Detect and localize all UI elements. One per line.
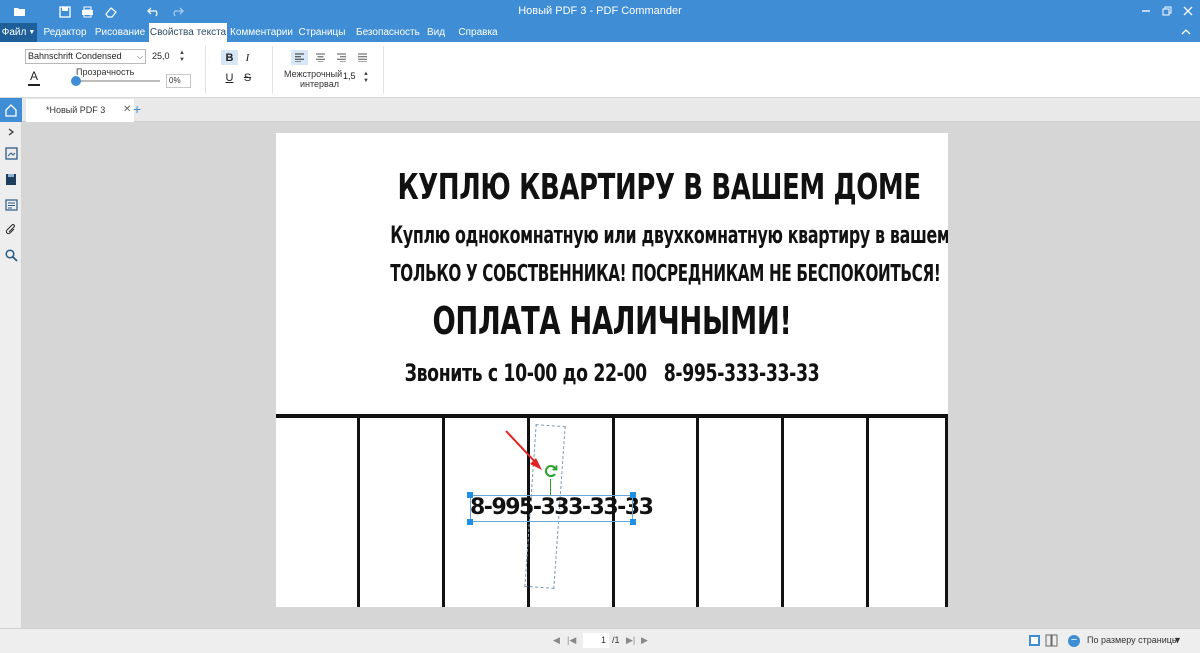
single-page-view-icon[interactable] <box>1028 634 1041 647</box>
line-spacing-label-2: интервал <box>300 79 339 89</box>
size-up-icon[interactable]: ▲ <box>178 50 186 56</box>
two-page-view-icon[interactable] <box>1045 634 1058 647</box>
separator <box>383 46 384 94</box>
tab-security[interactable]: Безопасность <box>356 23 420 42</box>
home-icon[interactable] <box>0 98 22 122</box>
rotate-handle-stem <box>550 479 551 495</box>
zoom-mode-select[interactable]: По размеру страницы <box>1087 635 1178 645</box>
document-tabs: *Новый PDF 3 ✕ + <box>22 98 1200 122</box>
tab-comments[interactable]: Комментарии <box>230 23 293 42</box>
align-justify-icon[interactable] <box>354 50 371 65</box>
opacity-slider-thumb[interactable] <box>71 76 81 86</box>
font-family-value: Bahnschrift Condensed <box>28 51 122 61</box>
first-page-icon[interactable]: ◀ <box>553 635 560 646</box>
document-tab-label: *Новый PDF 3 <box>46 105 106 115</box>
font-family-select[interactable]: Bahnschrift Condensed ⌵ <box>25 49 146 64</box>
align-right-icon[interactable] <box>333 50 350 65</box>
ribbon-panel: Bahnschrift Condensed ⌵ 25,0 ▲ ▼ A Прозр… <box>0 42 1200 98</box>
tab-editor[interactable]: Редактор <box>40 23 90 42</box>
zoom-out-icon[interactable]: − <box>1068 635 1080 647</box>
chevron-down-icon[interactable]: ▼ <box>1173 635 1182 645</box>
tearoff-line <box>781 418 784 607</box>
prev-page-icon[interactable]: |◀ <box>567 635 576 646</box>
opacity-slider[interactable] <box>75 80 160 82</box>
bold-button[interactable]: B <box>221 50 238 65</box>
strikethrough-button[interactable]: S <box>239 70 256 85</box>
chevron-down-icon: ▼ <box>28 29 36 36</box>
tearoff-line <box>357 418 360 607</box>
tearoff-line <box>945 418 948 607</box>
next-page-icon[interactable]: ▶| <box>626 635 635 646</box>
restore-icon[interactable] <box>1158 2 1176 20</box>
tearoff-line <box>866 418 869 607</box>
tab-help[interactable]: Справка <box>458 23 498 42</box>
page-total: /1 <box>612 635 620 645</box>
font-color-button[interactable]: A <box>28 69 40 83</box>
left-toolbar <box>0 98 22 653</box>
resize-handle[interactable] <box>630 492 636 498</box>
ad-contact[interactable]: Звонить с 10-00 до 22-00 8-995-333-33-33 <box>370 359 854 387</box>
align-center-icon[interactable] <box>312 50 329 65</box>
status-bar: ◀ |◀ 1 /1 ▶| ▶ − По размеру страницы ▼ <box>0 628 1200 653</box>
add-tab-icon[interactable]: + <box>133 101 141 117</box>
separator <box>205 46 206 94</box>
window-title: Новый PDF 3 - PDF Commander <box>518 5 682 17</box>
ad-subline[interactable]: Куплю однокомнатную или двухкомнатную кв… <box>390 221 948 249</box>
resize-handle[interactable] <box>630 519 636 525</box>
font-color-swatch <box>28 84 40 86</box>
annotations-icon[interactable] <box>3 197 19 213</box>
opacity-label: Прозрачность <box>76 67 135 77</box>
document-page: КУПЛЮ КВАРТИРУ В ВАШЕМ ДОМЕ Куплю одноко… <box>276 133 948 607</box>
file-menu-label: Файл <box>1 27 27 38</box>
paperclip-icon[interactable] <box>3 222 19 238</box>
collapse-ribbon-icon[interactable] <box>1181 27 1191 40</box>
ad-headline[interactable]: КУПЛЮ КВАРТИРУ В ВАШЕМ ДОМЕ <box>370 167 921 208</box>
search-icon[interactable] <box>3 247 19 263</box>
thumbnails-icon[interactable] <box>3 145 19 161</box>
pdf-commander-window: Новый PDF 3 - PDF Commander Файл ▼ Редак… <box>0 0 1200 653</box>
page-number-input[interactable]: 1 <box>583 633 609 648</box>
bookmarks-icon[interactable] <box>3 171 19 187</box>
document-tab[interactable]: *Новый PDF 3 ✕ <box>26 99 134 122</box>
tearoff-line <box>442 418 445 607</box>
underline-button[interactable]: U <box>221 70 238 85</box>
line-spacing-label: Межстрочный <box>284 69 343 79</box>
spacing-down-icon[interactable]: ▼ <box>362 78 370 84</box>
italic-button[interactable]: I <box>239 50 256 65</box>
expand-panel-icon[interactable] <box>3 124 19 140</box>
spacing-up-icon[interactable]: ▲ <box>362 71 370 77</box>
tab-text-properties[interactable]: Свойства текста <box>149 23 227 42</box>
ad-owner-only[interactable]: ТОЛЬКО У СОБСТВЕННИКА! ПОСРЕДНИКАМ НЕ БЕ… <box>390 261 941 287</box>
tearoff-line <box>696 418 699 607</box>
opacity-value[interactable]: 0% <box>166 74 191 88</box>
separator <box>272 46 273 94</box>
chevron-down-icon: ⌵ <box>136 52 143 61</box>
size-down-icon[interactable]: ▼ <box>178 57 186 63</box>
font-size-value: 25,0 <box>152 51 170 61</box>
tab-drawing[interactable]: Рисование <box>94 23 146 42</box>
title-bar: Новый PDF 3 - PDF Commander <box>0 0 1200 23</box>
tab-view[interactable]: Вид <box>424 23 448 42</box>
close-icon[interactable]: ✕ <box>123 99 131 121</box>
minimize-icon[interactable] <box>1137 2 1155 20</box>
selection-box[interactable] <box>470 495 633 522</box>
line-spacing-value: 1,5 <box>343 71 356 81</box>
file-menu-button[interactable]: Файл ▼ <box>0 23 37 42</box>
align-left-icon[interactable] <box>291 50 308 65</box>
red-arrow-annotation <box>505 430 542 470</box>
ribbon-tabs: Файл ▼ Редактор Рисование Свойства текст… <box>0 23 1200 42</box>
resize-handle[interactable] <box>467 519 473 525</box>
ad-payment[interactable]: ОПЛАТА НАЛИЧНЫМИ! <box>370 299 854 343</box>
resize-handle[interactable] <box>467 492 473 498</box>
tab-pages[interactable]: Страницы <box>297 23 347 42</box>
last-page-icon[interactable]: ▶ <box>641 635 648 646</box>
close-icon[interactable] <box>1179 2 1197 20</box>
